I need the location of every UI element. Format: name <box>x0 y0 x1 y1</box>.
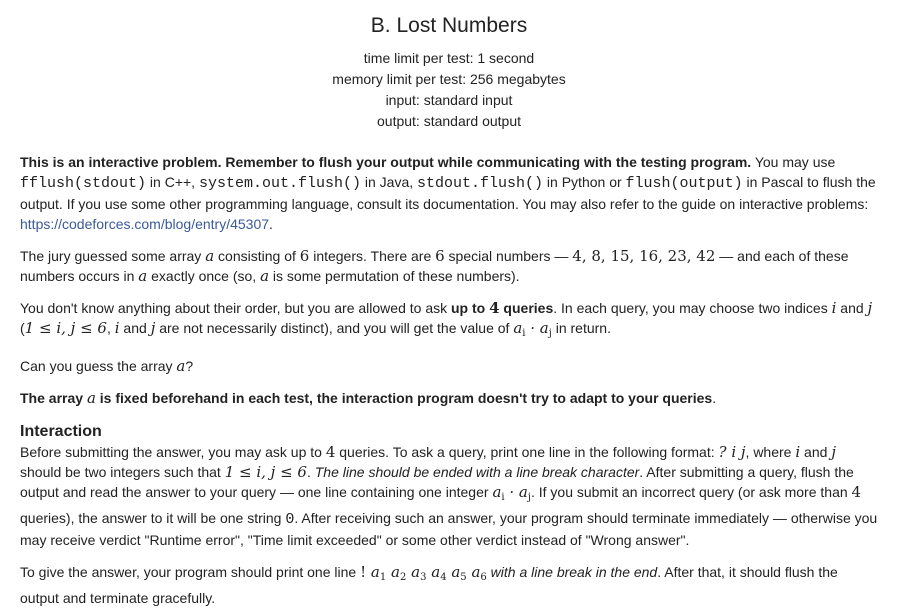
interaction-paragraph-1: Before submitting the answer, you may as… <box>20 442 878 550</box>
math: 1 ≤ i, j ≤ 6 <box>24 319 107 337</box>
text: consisting of <box>214 248 300 264</box>
text: is fixed beforehand in each test, the in… <box>95 390 713 406</box>
text: in C++, <box>146 174 199 190</box>
problem-header: B. Lost Numbers time limit per test: 1 s… <box>0 0 898 132</box>
text: ? <box>185 358 194 374</box>
interaction-title: Interaction <box>20 423 102 440</box>
adaptive-notice: The array a is fixed beforehand in each … <box>20 388 878 408</box>
code-java-flush: system.out.flush() <box>198 175 361 192</box>
product-formula: ai · aj <box>513 319 552 339</box>
interactive-notice: This is an interactive problem. Remember… <box>20 152 878 234</box>
math: 6 <box>299 247 310 265</box>
memory-limit: memory limit per test: 256 megabytes <box>332 71 566 87</box>
interactive-guide-link[interactable]: https://codeforces.com/blog/entry/45307 <box>20 216 269 232</box>
legend-paragraph-2: You don't know anything about their orde… <box>20 298 878 344</box>
text: queries. To ask a query, print one line … <box>335 444 719 460</box>
subscript: 4 <box>440 572 447 583</box>
math: a <box>260 267 270 285</box>
interaction-paragraph-2: To give the answer, your program should … <box>20 562 878 608</box>
question-paragraph: Can you guess the array a? <box>20 356 878 376</box>
text: . <box>306 464 315 480</box>
subscript: 2 <box>399 572 407 583</box>
text: are not necessarily distinct), and you w… <box>155 320 514 336</box>
subscript: 5 <box>460 572 467 583</box>
math: a <box>431 563 441 581</box>
text: queries), the answer to it will be one s… <box>20 510 286 526</box>
text: in Java, <box>360 174 418 190</box>
input-spec: input: standard input <box>385 92 513 108</box>
text: , <box>106 320 115 336</box>
text: . <box>269 216 273 232</box>
text: , where <box>745 444 796 460</box>
math: a <box>513 319 523 337</box>
query-limit: up to 4 queries <box>451 299 554 317</box>
query-format: ? i j <box>718 443 746 461</box>
math: 4 <box>325 443 336 461</box>
output-spec: output: standard output <box>377 113 521 129</box>
text: . In each query, you may choose two indi… <box>553 300 832 316</box>
code-cpp-flush: fflush(stdout) <box>20 175 147 192</box>
problem-title: B. Lost Numbers <box>370 14 528 37</box>
text: exactly once (so, <box>147 268 261 284</box>
text: queries <box>499 300 554 316</box>
adaptive-notice-bold: The array a is fixed beforehand in each … <box>20 389 713 407</box>
interactive-notice-bold: This is an interactive problem. Remember… <box>20 154 752 170</box>
text: special numbers — <box>444 248 573 264</box>
problem-page: B. Lost Numbers time limit per test: 1 s… <box>0 0 898 606</box>
code-python-flush: stdout.flush() <box>417 175 544 192</box>
math: a <box>205 247 215 265</box>
text: in return. <box>551 320 611 336</box>
text: integers. There are <box>309 248 436 264</box>
math: a <box>138 267 148 285</box>
math: a <box>370 563 380 581</box>
special-numbers: 4, 8, 15, 16, 23, 42 <box>572 247 716 265</box>
text: The array <box>20 390 87 406</box>
text: and <box>800 444 832 460</box>
math: j <box>831 443 836 461</box>
text: To give the answer, your program should … <box>20 564 361 580</box>
math: · a <box>504 483 528 501</box>
text: in Python or <box>543 174 626 190</box>
math: 6 <box>435 247 445 265</box>
legend-paragraph-1: The jury guessed some array a consisting… <box>20 246 878 286</box>
math: a <box>391 563 400 581</box>
math: j <box>867 299 873 317</box>
text: The jury guessed some array <box>20 248 206 264</box>
subscript: 1 <box>379 572 387 583</box>
text: You don't know anything about their orde… <box>20 300 451 316</box>
text: is some permutation of these numbers). <box>269 268 520 284</box>
text: . If you submit an incorrect query (or a… <box>530 484 852 500</box>
text: Can you guess the array <box>20 358 177 374</box>
text: You may use <box>751 154 836 170</box>
text: and <box>119 320 151 336</box>
product-formula: ai · aj <box>492 483 531 503</box>
text: should be two integers such that <box>20 464 225 480</box>
time-limit: time limit per test: 1 second <box>363 50 535 66</box>
italic-text: with a line break in the end <box>486 564 658 580</box>
math: a <box>86 389 96 407</box>
math: 4 <box>489 299 500 317</box>
math: 4 <box>851 483 862 501</box>
text: and <box>836 300 868 316</box>
answer-format: a1 a2 a3 a4 a5 a6 <box>366 563 487 583</box>
text: Before submitting the answer, you may as… <box>20 444 326 460</box>
code-pascal-flush: flush(output) <box>625 175 743 192</box>
text: . <box>712 390 717 406</box>
math: · a <box>525 319 549 337</box>
problem-statement: This is an interactive problem. Remember… <box>0 152 898 608</box>
italic-text: The line should be ended with a line bre… <box>314 464 640 480</box>
text: up to <box>451 300 490 316</box>
math: a <box>451 563 461 581</box>
math: 1 ≤ i, j ≤ 6 <box>224 463 307 481</box>
math: a <box>411 563 421 581</box>
subscript: 3 <box>420 572 427 583</box>
